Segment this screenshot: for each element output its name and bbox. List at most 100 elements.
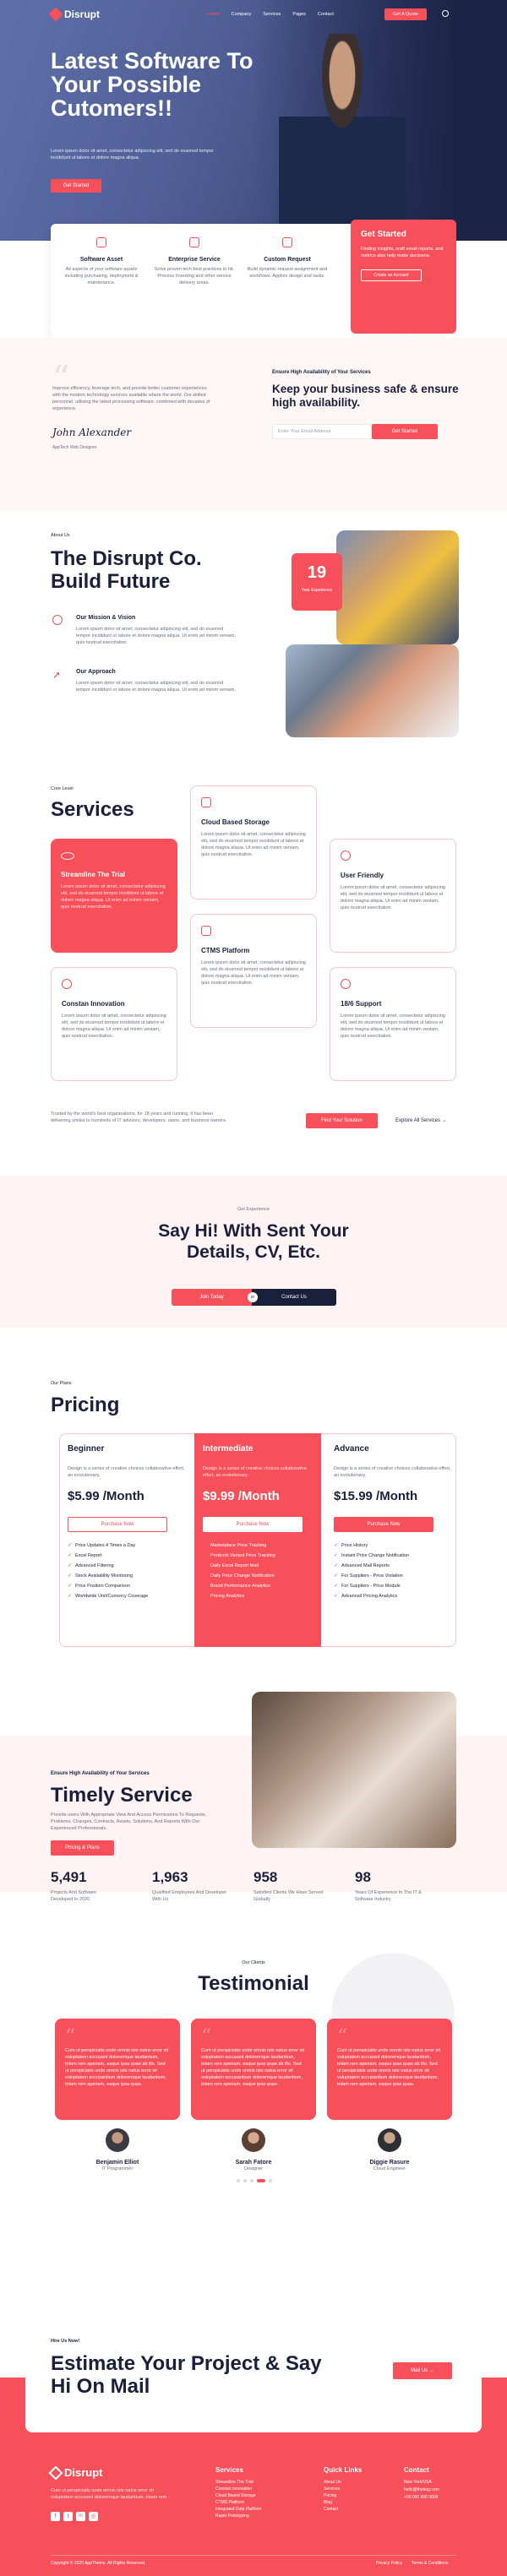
footer-contact-item[interactable]: hello@thebug.com	[404, 2486, 439, 2494]
get-quote-button[interactable]: Get A Quote	[384, 8, 427, 20]
service-card-user-friendly[interactable]: User Friendly Lorem ipsum dolor sit amet…	[330, 839, 456, 953]
footer-link[interactable]: Services	[324, 2486, 362, 2492]
footer-link[interactable]: Integrated Data Platform	[215, 2506, 261, 2513]
footer-logo[interactable]: Disrupt	[48, 2465, 103, 2480]
terms-link[interactable]: Terms & Conditions	[412, 2561, 448, 2566]
experience-label: Year Experience	[301, 588, 333, 593]
service-card-support[interactable]: 18/6 Support Lorem ipsum dolor sit amet,…	[330, 967, 456, 1081]
logo-icon	[48, 2465, 63, 2480]
contact-us-button[interactable]: Contact Us	[252, 1289, 336, 1306]
eye-icon	[61, 852, 74, 860]
footer-link[interactable]: Streamline The Trial	[215, 2479, 261, 2486]
rocket-icon: ➚	[52, 669, 62, 681]
footer-link[interactable]: Pricing	[324, 2492, 362, 2499]
plan-feature: Advanced Filtering	[68, 1561, 186, 1571]
footer-divider	[51, 2555, 456, 2556]
nav-services[interactable]: Services	[263, 12, 281, 17]
nav-home[interactable]: Home	[207, 12, 220, 17]
pricing-title: Pricing	[51, 1394, 120, 1416]
enterprise-icon	[189, 237, 199, 247]
carousel-dot[interactable]	[250, 2179, 254, 2182]
purchase-button[interactable]: Purchase Now	[203, 1517, 303, 1532]
about-tag: About Us	[51, 533, 70, 538]
email-field[interactable]: Enter Your Email Address	[272, 424, 372, 439]
stat-value: 98	[355, 1869, 371, 1885]
request-icon	[282, 237, 292, 247]
pricing-plans-button[interactable]: Pricing & Plans	[51, 1840, 114, 1856]
twitter-icon[interactable]: t	[63, 2512, 73, 2521]
social-links: f t in ◎	[51, 2512, 98, 2521]
footer-contact-item[interactable]: +00 000 000 0000	[404, 2494, 439, 2502]
plan-feature: Pricing Analytics	[203, 1591, 313, 1601]
plan-name: Intermediate	[203, 1444, 254, 1454]
nav-contact[interactable]: Contact	[318, 12, 334, 17]
plan-feature: Daily Price Change Notification	[203, 1571, 313, 1581]
newsletter-tag: Ensure High Availability of Your Service…	[272, 370, 371, 375]
author-role: IT Programmer	[101, 2166, 134, 2171]
feature-title: Custom Request	[264, 257, 311, 263]
author-role: Cloud Engineer	[373, 2166, 406, 2171]
purchase-button[interactable]: Purchase Now	[68, 1517, 167, 1532]
stat-label: Qualified Employees And Developer With U…	[152, 1890, 227, 1902]
plan-feature: Products Variant Price Tracking	[203, 1551, 313, 1561]
service-card-innovation[interactable]: Constan Innovation Lorem ipsum dolor sit…	[51, 967, 177, 1081]
software-icon	[96, 237, 106, 247]
testimonial-author: Benjamin Elliot IT Programmer	[55, 2128, 180, 2172]
footer-link[interactable]: Contact	[324, 2506, 362, 2513]
author-name: Diggie Rasure	[369, 2160, 410, 2166]
service-text: Lorem ipsum dolor sit amet, consectetur …	[201, 960, 306, 986]
explore-services-link[interactable]: Explore All Services →	[395, 1118, 447, 1123]
join-today-button[interactable]: Join Today	[172, 1289, 252, 1306]
footer-link[interactable]: About Us	[324, 2479, 362, 2486]
footer-link[interactable]: Rapid Prototyping	[215, 2513, 261, 2519]
plan-feature: Price Updates 4 Times a Day	[68, 1541, 186, 1551]
stat-label: Years Of Experience In The IT & Software…	[355, 1890, 422, 1902]
footer-contact-item: New York/USA	[404, 2480, 432, 2485]
service-title: 18/6 Support	[341, 1000, 382, 1008]
carousel-dot[interactable]	[269, 2179, 272, 2182]
footer-link[interactable]: Constan Innovation	[215, 2486, 261, 2492]
plan-name: Beginner	[68, 1444, 105, 1454]
footer-link[interactable]: Cloud Based Storage	[215, 2492, 261, 2499]
service-card-cloud[interactable]: Cloud Based Storage Lorem ipsum dolor si…	[190, 785, 317, 899]
get-started-text: Finding insights, craft email reports, a…	[361, 247, 444, 258]
plan-name: Advance	[334, 1444, 369, 1454]
carousel-dot[interactable]	[243, 2179, 247, 2182]
experience-years: 19	[307, 563, 327, 582]
plan-desc: Design is a series of creative choices c…	[203, 1466, 307, 1478]
nav-pages[interactable]: Pages	[292, 12, 306, 17]
service-text: Lorem ipsum dolor sit amet, consectetur …	[341, 885, 445, 910]
service-card-streamline[interactable]: Streamline The Trial Lorem ipsum dolor s…	[51, 839, 177, 953]
testimonial-author: Diggie Rasure Cloud Engineer	[327, 2128, 452, 2172]
hero-get-started-button[interactable]: Get Started	[51, 179, 101, 193]
logo[interactable]: Disrupt	[48, 7, 100, 22]
linkedin-icon[interactable]: in	[76, 2512, 85, 2521]
plan-feature: Price Position Comparison	[68, 1581, 186, 1591]
create-account-button[interactable]: Create an Account	[361, 269, 422, 281]
service-card-ctms[interactable]: CTMS Platform Lorem ipsum dolor sit amet…	[190, 914, 317, 1028]
newsletter-submit-button[interactable]: Get Started	[372, 424, 438, 439]
footer-link[interactable]: Blog	[324, 2499, 362, 2506]
instagram-icon[interactable]: ◎	[89, 2512, 98, 2521]
timely-tag: Ensure High Availability of Your Service…	[51, 1771, 150, 1776]
feature-text: Build dynamic request assignment and wor…	[247, 267, 328, 279]
plan-feature: For Suppliers - Price Module	[334, 1581, 452, 1591]
mail-us-button[interactable]: Mail Us →	[393, 2362, 452, 2379]
testimonial-card: “ Cum ut perspiciatis unde omnis iste na…	[327, 2019, 452, 2120]
logo-text: Disrupt	[64, 2466, 103, 2479]
services-tag: Core Level	[51, 786, 74, 791]
carousel-dot-active[interactable]	[257, 2179, 265, 2182]
carousel-dot[interactable]	[237, 2179, 240, 2182]
privacy-policy-link[interactable]: Privacy Policy	[376, 2561, 402, 2566]
facebook-icon[interactable]: f	[51, 2512, 60, 2521]
approach-text: Lorem ipsum dolor sit amet, consectetur …	[76, 681, 236, 693]
search-icon[interactable]	[442, 10, 449, 17]
service-title: CTMS Platform	[201, 947, 250, 954]
purchase-button[interactable]: Purchase Now	[334, 1517, 433, 1532]
nav-company[interactable]: Company	[232, 12, 252, 17]
find-solution-button[interactable]: Find Your Solution	[306, 1113, 378, 1128]
footer-link[interactable]: CTMS Platform	[215, 2499, 261, 2506]
get-started-card: Get Started Finding insights, craft emai…	[351, 220, 456, 334]
feature-enterprise-service: Enterprise Service Solve proven tech bes…	[152, 236, 237, 286]
service-text: Lorem ipsum dolor sit amet, consectetur …	[341, 1014, 445, 1039]
